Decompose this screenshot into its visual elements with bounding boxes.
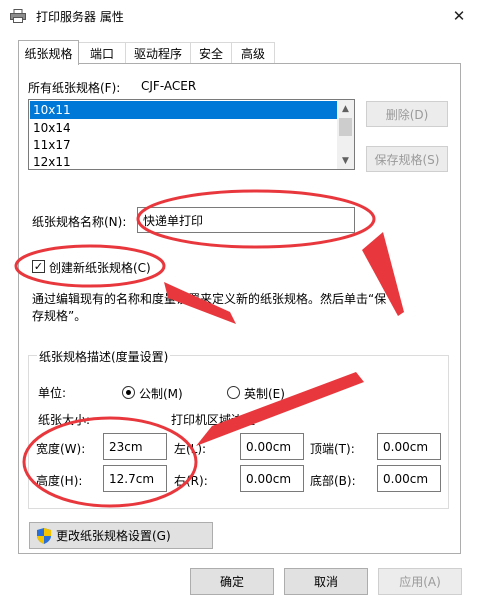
list-item[interactable]: 10x11 <box>30 101 338 119</box>
all-forms-label: 所有纸张规格(F): <box>28 81 121 95</box>
margins-label: 打印机区域边距 <box>171 413 256 427</box>
right-margin-label: 右(R): <box>174 474 208 488</box>
server-name: CJF-ACER <box>141 79 197 93</box>
change-settings-label: 更改纸张规格设置(G) <box>56 529 171 543</box>
save-form-button[interactable]: 保存规格(S) <box>366 146 448 172</box>
description-text: 通过编辑现有的名称和度量设置来定义新的纸张规格。然后单击“保存规格”。 <box>32 292 387 323</box>
uac-shield-icon <box>37 528 51 544</box>
forms-listbox[interactable]: 10x11 10x14 11x17 12x11 ▲ ▼ <box>28 99 355 170</box>
form-name-label: 纸张规格名称(N): <box>32 215 127 229</box>
cancel-button[interactable]: 取消 <box>284 568 368 595</box>
left-margin-input[interactable]: 0.00cm <box>240 433 304 460</box>
top-margin-label: 顶端(T): <box>310 442 355 456</box>
height-label: 高度(H): <box>36 474 83 488</box>
vertical-scrollbar[interactable]: ▲ ▼ <box>337 100 354 169</box>
list-item[interactable]: 12x11 <box>30 153 338 169</box>
create-form-label[interactable]: 创建新纸张规格(C) <box>49 259 151 276</box>
english-radio[interactable] <box>227 386 240 399</box>
width-label: 宽度(W): <box>36 442 86 456</box>
scroll-down-icon[interactable]: ▼ <box>337 152 354 169</box>
form-name-input[interactable]: 快递单打印 <box>137 207 355 233</box>
english-label[interactable]: 英制(E) <box>244 385 285 402</box>
top-margin-input[interactable]: 0.00cm <box>377 433 441 460</box>
change-settings-button[interactable]: 更改纸张规格设置(G) <box>29 522 213 549</box>
scroll-up-icon[interactable]: ▲ <box>337 100 354 117</box>
paper-size-label: 纸张大小: <box>38 413 91 427</box>
printer-icon <box>10 9 26 23</box>
tab-paper-forms[interactable]: 纸张规格 <box>18 40 79 65</box>
left-margin-label: 左(L): <box>174 442 207 456</box>
delete-button[interactable]: 删除(D) <box>366 101 448 127</box>
close-icon[interactable]: ✕ <box>446 4 472 28</box>
list-item[interactable]: 10x14 <box>30 119 338 137</box>
height-input[interactable]: 12.7cm <box>103 465 167 492</box>
window-title: 打印服务器 属性 <box>36 10 124 24</box>
metric-label[interactable]: 公制(M) <box>139 385 183 402</box>
metric-radio[interactable] <box>122 386 135 399</box>
tab-drivers[interactable]: 驱动程序 <box>125 42 191 64</box>
scroll-thumb[interactable] <box>339 118 352 136</box>
width-input[interactable]: 23cm <box>103 433 167 460</box>
group-title: 纸张规格描述(度量设置) <box>37 348 171 365</box>
units-label: 单位: <box>38 386 67 400</box>
tab-advanced[interactable]: 高级 <box>231 42 275 64</box>
ok-button[interactable]: 确定 <box>190 568 274 595</box>
bottom-margin-label: 底部(B): <box>310 474 356 488</box>
right-margin-input[interactable]: 0.00cm <box>240 465 304 492</box>
list-item[interactable]: 11x17 <box>30 136 338 154</box>
apply-button[interactable]: 应用(A) <box>378 568 462 595</box>
bottom-margin-input[interactable]: 0.00cm <box>377 465 441 492</box>
tab-security[interactable]: 安全 <box>190 42 232 64</box>
tab-ports[interactable]: 端口 <box>78 42 126 64</box>
title-bar: 打印服务器 属性 ✕ <box>0 0 479 32</box>
create-form-checkbox[interactable]: ✓ <box>32 260 45 273</box>
